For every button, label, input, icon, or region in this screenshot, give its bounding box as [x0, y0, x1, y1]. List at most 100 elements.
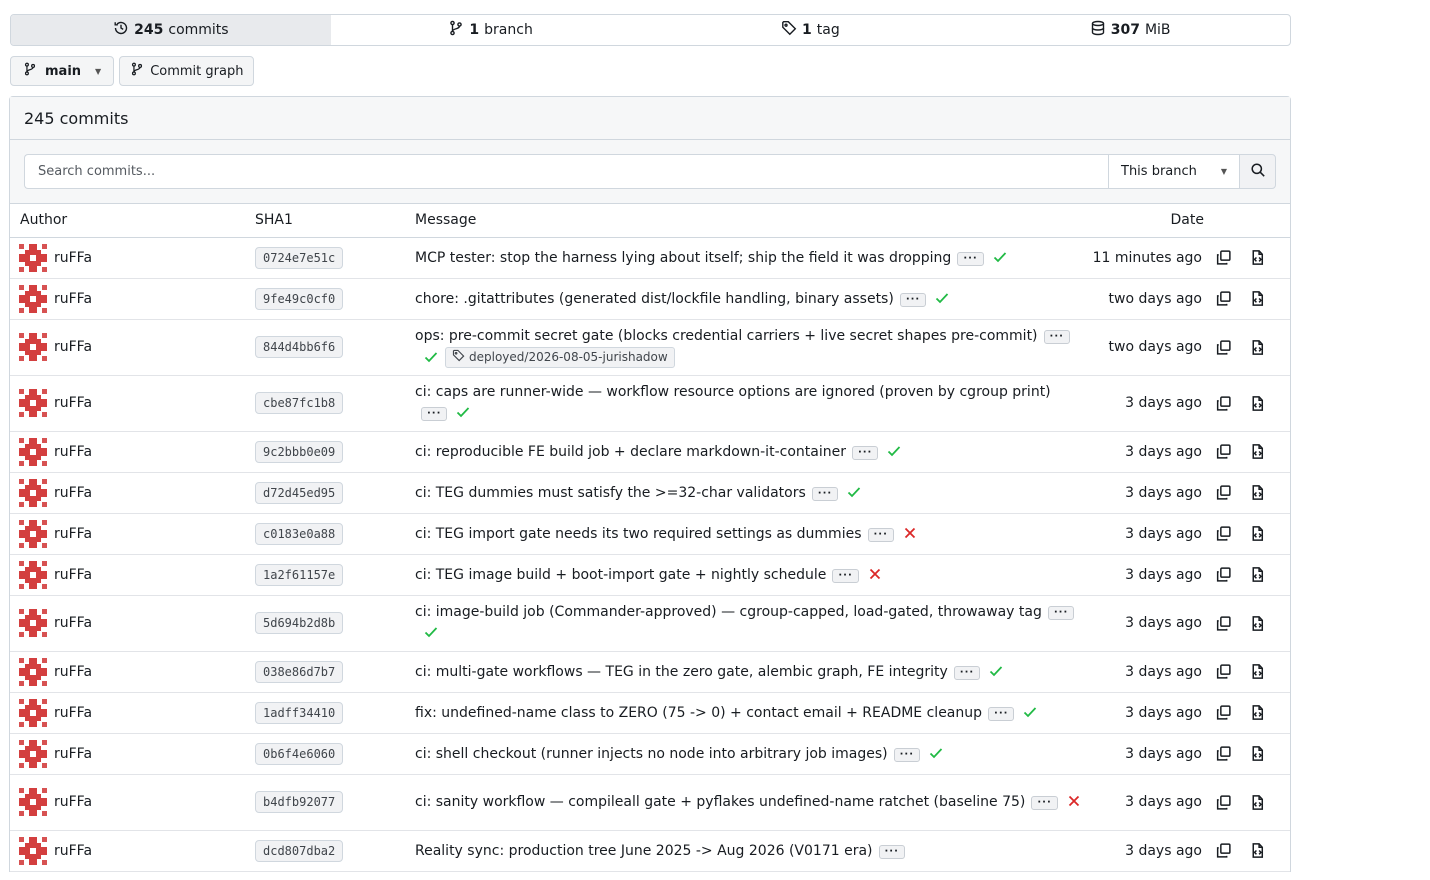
expand-message-button[interactable]: ··· — [851, 446, 879, 460]
copy-sha-button[interactable] — [1206, 249, 1240, 266]
commit-message-link[interactable]: ci: TEG image build + boot-import gate +… — [415, 567, 826, 583]
commit-graph-button[interactable]: Commit graph — [119, 56, 255, 86]
author-link[interactable]: ruFFa — [10, 389, 255, 417]
expand-message-button[interactable]: ··· — [878, 844, 905, 859]
copy-sha-button[interactable] — [1206, 615, 1240, 632]
author-link[interactable]: ruFFa — [10, 698, 255, 727]
commit-message-link[interactable]: Reality sync: production tree June 2025 … — [415, 843, 873, 859]
commit-sha-link[interactable]: 0b6f4e6060 — [255, 742, 344, 765]
check-icon[interactable] — [1022, 704, 1038, 720]
copy-sha-button[interactable] — [1206, 566, 1240, 583]
browse-files-button[interactable] — [1240, 615, 1274, 632]
copy-sha-button[interactable] — [1206, 745, 1240, 762]
author-link[interactable]: ruFFa — [10, 657, 255, 686]
check-icon[interactable] — [928, 745, 944, 761]
browse-files-button[interactable] — [1240, 525, 1274, 542]
check-icon[interactable] — [423, 624, 439, 640]
copy-sha-button[interactable] — [1206, 443, 1240, 460]
commit-sha-link[interactable]: 9fe49c0cf0 — [255, 287, 344, 310]
browse-files-button[interactable] — [1240, 842, 1274, 859]
stat-tags[interactable]: 1 tag — [651, 15, 971, 45]
author-link[interactable]: ruFFa — [10, 519, 255, 548]
commit-sha-link[interactable]: cbe87fc1b8 — [255, 392, 344, 414]
commit-message-link[interactable]: MCP tester: stop the harness lying about… — [415, 250, 951, 266]
copy-sha-button[interactable] — [1206, 704, 1240, 721]
author-link[interactable]: ruFFa — [10, 478, 255, 507]
search-button[interactable] — [1239, 154, 1276, 189]
browse-files-button[interactable] — [1240, 443, 1274, 460]
commit-message-link[interactable]: ci: TEG import gate needs its two requir… — [415, 526, 862, 542]
cross-icon[interactable] — [1066, 793, 1082, 809]
commit-message-link[interactable]: ci: sanity workflow — compileall gate + … — [415, 794, 1025, 810]
commit-message-link[interactable]: chore: .gitattributes (generated dist/lo… — [415, 291, 894, 307]
commit-sha-link[interactable]: dcd807dba2 — [255, 839, 344, 862]
stat-size[interactable]: 307 MiB — [970, 15, 1290, 45]
commit-message-link[interactable]: fix: undefined-name class to ZERO (75 ->… — [415, 705, 982, 721]
stat-branches[interactable]: 1 branch — [331, 15, 651, 45]
copy-sha-button[interactable] — [1206, 525, 1240, 542]
browse-files-button[interactable] — [1240, 290, 1274, 307]
check-icon[interactable] — [988, 663, 1004, 679]
branch-selector-button[interactable]: main ▼ — [10, 56, 115, 86]
browse-files-button[interactable] — [1240, 704, 1274, 721]
browse-files-button[interactable] — [1240, 794, 1274, 811]
commit-sha-link[interactable]: c0183e0a88 — [255, 522, 344, 545]
search-scope-dropdown[interactable]: This branch ▼ — [1108, 154, 1239, 189]
author-link[interactable]: ruFFa — [10, 609, 255, 637]
expand-message-button[interactable]: ··· — [832, 569, 859, 583]
expand-message-button[interactable]: ··· — [1047, 606, 1075, 620]
commit-sha-link[interactable]: 5d694b2d8b — [255, 612, 344, 634]
search-input[interactable] — [24, 154, 1108, 189]
author-link[interactable]: ruFFa — [10, 788, 255, 816]
copy-sha-button[interactable] — [1206, 395, 1240, 412]
browse-files-button[interactable] — [1240, 484, 1274, 501]
copy-sha-button[interactable] — [1206, 290, 1240, 307]
expand-message-button[interactable]: ··· — [893, 748, 921, 762]
commit-message-link[interactable]: ci: TEG dummies must satisfy the >=32-ch… — [415, 485, 806, 501]
author-link[interactable]: ruFFa — [10, 836, 255, 865]
expand-message-button[interactable]: ··· — [988, 707, 1015, 721]
browse-files-button[interactable] — [1240, 663, 1274, 680]
browse-files-button[interactable] — [1240, 745, 1274, 762]
expand-message-button[interactable]: ··· — [421, 407, 448, 421]
commit-sha-link[interactable]: d72d45ed95 — [255, 481, 344, 504]
copy-sha-button[interactable] — [1206, 484, 1240, 501]
cross-icon[interactable] — [902, 525, 918, 541]
copy-sha-button[interactable] — [1206, 339, 1240, 356]
commit-message-link[interactable]: ci: shell checkout (runner injects no no… — [415, 746, 888, 762]
commit-sha-link[interactable]: 038e86d7b7 — [255, 660, 344, 683]
expand-message-button[interactable]: ··· — [867, 528, 894, 542]
copy-sha-button[interactable] — [1206, 842, 1240, 859]
check-icon[interactable] — [886, 443, 902, 459]
expand-message-button[interactable]: ··· — [811, 487, 839, 501]
author-link[interactable]: ruFFa — [10, 560, 255, 589]
commit-tag-label[interactable]: deployed/2026-08-05-jurishadow — [445, 346, 675, 368]
cross-icon[interactable] — [867, 566, 883, 582]
author-link[interactable]: ruFFa — [10, 437, 255, 466]
commit-message-link[interactable]: ci: multi-gate workflows — TEG in the ze… — [415, 664, 948, 680]
check-icon[interactable] — [934, 290, 950, 306]
check-icon[interactable] — [992, 249, 1008, 265]
commit-sha-link[interactable]: b4dfb92077 — [255, 791, 344, 813]
commit-sha-link[interactable]: 9c2bbb0e09 — [255, 440, 344, 463]
expand-message-button[interactable]: ··· — [1043, 329, 1070, 344]
commit-sha-link[interactable]: 1a2f61157e — [255, 563, 344, 586]
author-link[interactable]: ruFFa — [10, 739, 255, 768]
expand-message-button[interactable]: ··· — [1031, 795, 1058, 810]
author-link[interactable]: ruFFa — [10, 333, 255, 361]
copy-sha-button[interactable] — [1206, 794, 1240, 811]
commit-sha-link[interactable]: 0724e7e51c — [255, 246, 344, 269]
expand-message-button[interactable]: ··· — [957, 252, 984, 266]
commit-message-link[interactable]: ci: reproducible FE build job + declare … — [415, 444, 846, 460]
copy-sha-button[interactable] — [1206, 663, 1240, 680]
browse-files-button[interactable] — [1240, 249, 1274, 266]
browse-files-button[interactable] — [1240, 566, 1274, 583]
commit-message-link[interactable]: ci: caps are runner-wide — workflow reso… — [415, 384, 1051, 400]
browse-files-button[interactable] — [1240, 395, 1274, 412]
expand-message-button[interactable]: ··· — [899, 293, 927, 307]
commit-message-link[interactable]: ci: image-build job (Commander-approved)… — [415, 604, 1042, 620]
check-icon[interactable] — [423, 349, 439, 365]
stat-commits[interactable]: 245 commits — [11, 15, 331, 45]
check-icon[interactable] — [455, 404, 471, 420]
commit-message-link[interactable]: ops: pre-commit secret gate (blocks cred… — [415, 328, 1038, 344]
